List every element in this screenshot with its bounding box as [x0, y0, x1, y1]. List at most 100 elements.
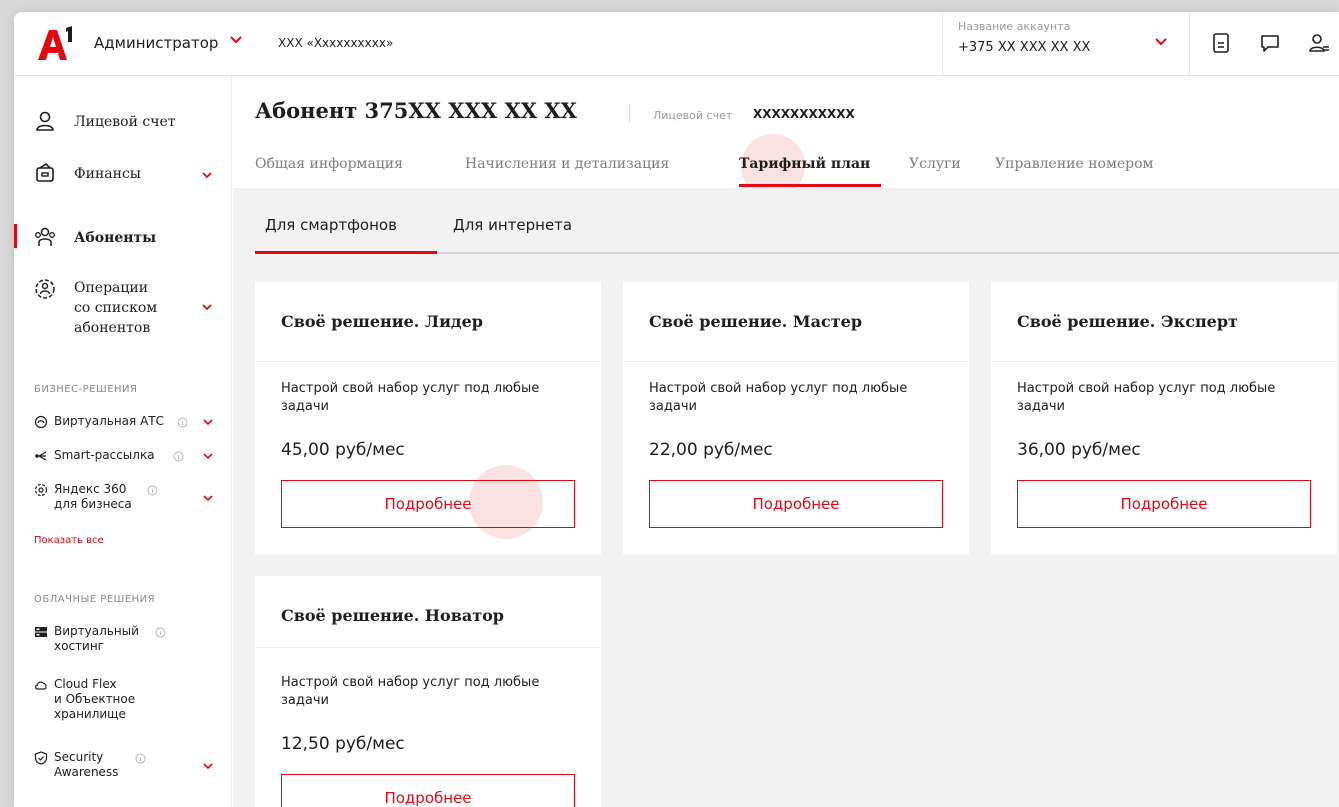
document-icon[interactable]: [1210, 32, 1232, 54]
plan-description: Настрой свой набор услуг под любые задач…: [281, 675, 540, 708]
sidebar-item-label: Виртуальный хостинг: [54, 624, 139, 653]
chevron-down-icon[interactable]: [200, 300, 214, 314]
account-label: Название аккаунта: [958, 20, 1071, 33]
plan-title: Своё решение. Лидер: [281, 312, 483, 331]
sidebar-item-finance[interactable]: Финансы: [14, 162, 232, 190]
active-subtab-underline: [255, 251, 437, 254]
subtab-internet[interactable]: Для интернета: [453, 216, 572, 234]
pbx-icon: [34, 415, 48, 429]
sidebar-item-personal-account[interactable]: Лицевой счет: [14, 110, 232, 138]
plan-card: Своё решение. Мастер Настрой свой набор …: [623, 282, 969, 554]
user-icon: [36, 111, 54, 131]
plan-title: Своё решение. Мастер: [649, 312, 863, 331]
role-selector[interactable]: Администратор: [94, 34, 218, 52]
details-button-label: Подробнее: [1120, 495, 1208, 513]
plan-title: Своё решение. Эксперт: [1017, 312, 1238, 331]
chevron-down-icon[interactable]: [202, 416, 214, 428]
sidebar-item-label: Виртуальная АТС: [54, 414, 164, 428]
cloud-icon: [35, 681, 47, 690]
details-button-label: Подробнее: [384, 495, 472, 513]
subscriber-header: Абонент 375XX XXX XX XX Лицевой счет XXX…: [233, 76, 1339, 198]
info-icon[interactable]: [147, 485, 158, 496]
a1-logo[interactable]: [36, 26, 76, 62]
details-button-label: Подробнее: [384, 789, 472, 807]
subtab-bar: Для смартфонов Для интернета: [255, 188, 1339, 254]
plan-price: 12,50 руб/мес: [281, 734, 405, 754]
server-icon: [35, 627, 47, 637]
tab-tariff-plan[interactable]: Тарифный план: [739, 156, 870, 172]
subtab-smartphones[interactable]: Для смартфонов: [265, 216, 397, 234]
sidebar-item-bulk-operations[interactable]: Операции со списком абонентов: [14, 278, 232, 338]
info-icon[interactable]: [155, 627, 166, 638]
chat-icon[interactable]: [1259, 32, 1281, 54]
sidebar-item-yandex-360[interactable]: Яндекс 360 для бизнеса: [14, 482, 232, 514]
operations-icon: [35, 279, 55, 299]
tab-services[interactable]: Услуги: [909, 156, 961, 172]
sidebar-item-label: Яндекс 360 для бизнеса: [54, 482, 132, 511]
business-solutions-header: БИЗНЕС-РЕШЕНИЯ: [34, 384, 138, 395]
user-menu-icon[interactable]: [1308, 32, 1330, 54]
plan-card: Своё решение. Эксперт Настрой свой набор…: [991, 282, 1337, 554]
wallet-icon: [36, 162, 54, 182]
sidebar-item-security-awareness[interactable]: Security Awareness: [14, 750, 232, 782]
sidebar: Лицевой счет Финансы Абоненты Операции с…: [14, 76, 232, 807]
broadcast-icon: [35, 451, 47, 461]
plan-card: Своё решение. Лидер Настрой свой набор у…: [255, 282, 601, 554]
tab-number-management[interactable]: Управление номером: [995, 156, 1153, 172]
yandex-icon: [34, 483, 48, 497]
active-tab-underline: [739, 184, 881, 187]
sidebar-item-label: Security Awareness: [54, 750, 119, 779]
top-bar: Администратор ХХХ «Хххххххххх» Название …: [14, 12, 1339, 76]
info-icon[interactable]: [173, 451, 184, 462]
sidebar-item-label: Cloud Flex и Объектное хранилище: [54, 677, 136, 721]
tariff-content: Для смартфонов Для интернета Своё решени…: [233, 188, 1339, 807]
details-button[interactable]: Подробнее: [649, 480, 943, 528]
details-button-label: Подробнее: [752, 495, 840, 513]
shield-icon: [34, 751, 48, 765]
chevron-down-icon[interactable]: [202, 760, 214, 772]
chevron-down-icon[interactable]: [202, 492, 214, 504]
account-selector[interactable]: Название аккаунта +375 XX XXX XX XX: [942, 12, 1190, 76]
sidebar-item-subscribers[interactable]: Абоненты: [14, 226, 232, 254]
plan-card-header: Своё решение. Эксперт: [991, 282, 1337, 362]
divider: [629, 104, 630, 122]
plan-card-header: Своё решение. Новатор: [255, 576, 601, 648]
plan-card-header: Своё решение. Лидер: [255, 282, 601, 362]
chevron-down-icon[interactable]: [202, 450, 214, 462]
details-button[interactable]: Подробнее: [1017, 480, 1311, 528]
plan-card: Своё решение. Новатор Настрой свой набор…: [255, 576, 601, 807]
plan-card-header: Своё решение. Мастер: [623, 282, 969, 362]
plan-price: 36,00 руб/мес: [1017, 440, 1141, 460]
show-all-link[interactable]: Показать все: [34, 535, 104, 546]
app-window: Администратор ХХХ «Хххххххххх» Название …: [14, 12, 1339, 807]
plan-description: Настрой свой набор услуг под любые задач…: [281, 381, 540, 414]
sidebar-item-virtual-pbx[interactable]: Виртуальная АТС: [14, 414, 232, 430]
plan-price: 22,00 руб/мес: [649, 440, 773, 460]
tab-general-info[interactable]: Общая информация: [255, 156, 403, 172]
info-icon[interactable]: [135, 753, 146, 764]
sidebar-item-label: Абоненты: [74, 230, 157, 246]
chevron-down-icon[interactable]: [200, 168, 214, 182]
plan-title: Своё решение. Новатор: [281, 606, 504, 625]
chevron-down-icon[interactable]: [1153, 34, 1169, 50]
sidebar-item-label: Smart-рассылка: [54, 448, 155, 462]
plan-price: 45,00 руб/мес: [281, 440, 405, 460]
chevron-down-icon[interactable]: [228, 32, 244, 48]
tab-charges[interactable]: Начисления и детализация: [465, 156, 669, 172]
sidebar-item-label: Лицевой счет: [74, 114, 176, 130]
click-ripple: [469, 465, 543, 539]
plan-description: Настрой свой набор услуг под любые задач…: [1017, 381, 1276, 414]
details-button[interactable]: Подробнее: [281, 774, 575, 807]
sidebar-item-virtual-hosting[interactable]: Виртуальный хостинг: [14, 624, 232, 656]
sidebar-item-label: Финансы: [74, 166, 141, 182]
account-label: Лицевой счет: [653, 109, 733, 122]
account-value: XXXXXXXXXXX: [753, 107, 855, 121]
plan-description: Настрой свой набор услуг под любые задач…: [649, 381, 908, 414]
info-icon[interactable]: [177, 417, 188, 428]
subscribers-icon: [35, 227, 55, 246]
sidebar-item-cloud-flex[interactable]: Cloud Flex и Объектное хранилище: [14, 677, 232, 725]
sidebar-item-label: Операции со списком абонентов: [74, 280, 158, 336]
sidebar-item-smart-broadcast[interactable]: Smart-рассылка: [14, 448, 232, 464]
account-number: +375 XX XXX XX XX: [958, 40, 1091, 55]
company-name: ХХХ «Хххххххххх»: [278, 36, 394, 50]
